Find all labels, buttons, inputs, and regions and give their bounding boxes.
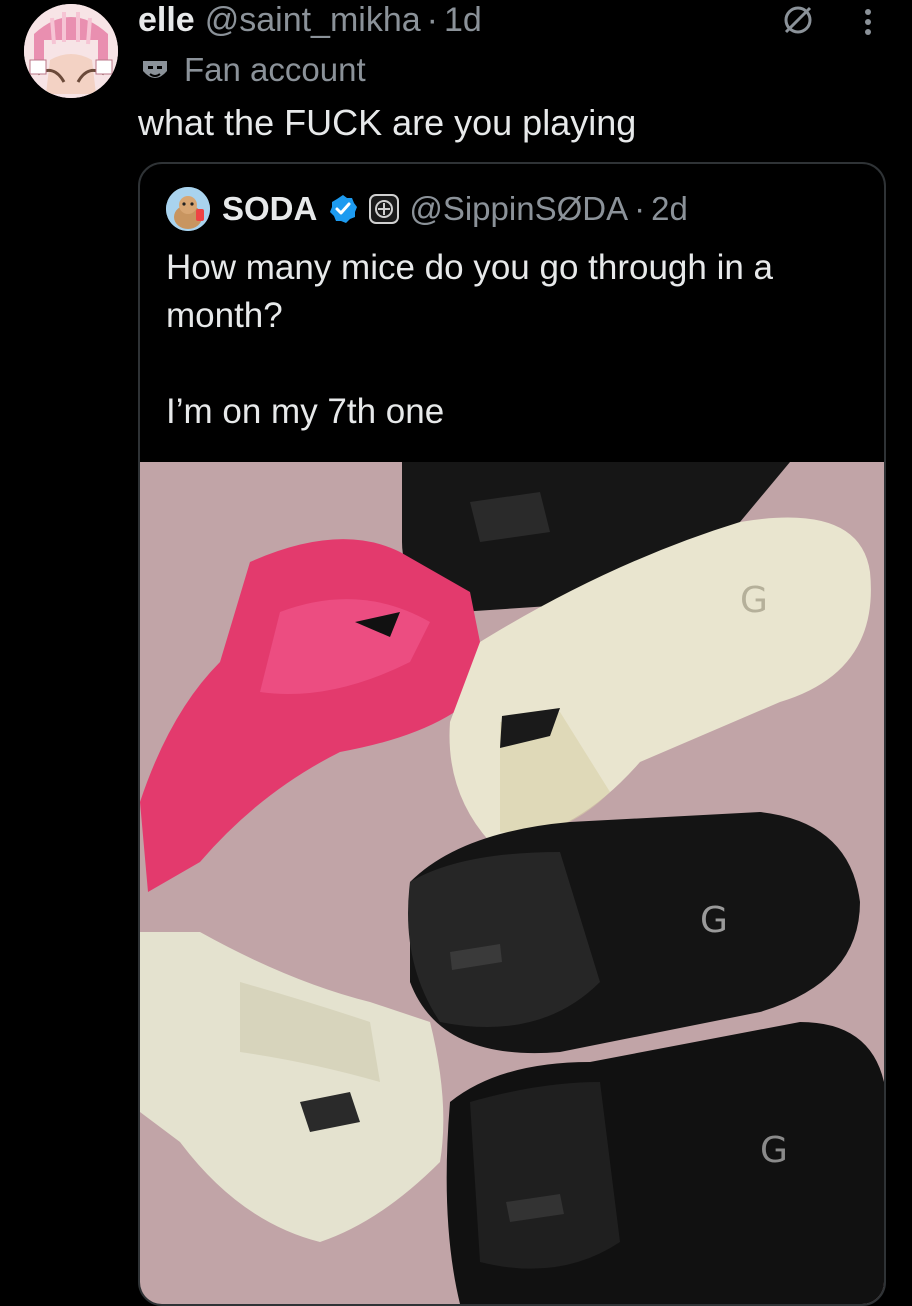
mask-icon (143, 61, 167, 78)
tweet-text: what the FUCK are you playing (138, 102, 637, 143)
avatar[interactable] (24, 4, 118, 98)
verified-badge-icon (330, 195, 358, 223)
quoted-tweet-text: How many mice do you go through in a mon… (166, 244, 866, 436)
svg-text:G: G (760, 1130, 788, 1171)
quoted-tweet-header: SODA @SippinSØDA · 2d (166, 186, 688, 232)
more-vertical-icon[interactable] (848, 2, 888, 42)
svg-text:G: G (700, 900, 728, 941)
attached-photo[interactable]: G G G (140, 462, 884, 1304)
quoted-text-line: I’m on my 7th one (166, 392, 445, 431)
quoted-timestamp[interactable]: 2d (651, 190, 688, 228)
tweet-header: elle @saint_mikha · 1d (138, 0, 482, 40)
separator-dot: · (426, 0, 438, 39)
quoted-handle[interactable]: @SippinSØDA (409, 190, 628, 228)
quoted-text-line: How many mice do you go through in a (166, 248, 773, 287)
handle[interactable]: @saint_mikha (205, 1, 421, 40)
quoted-avatar[interactable] (166, 187, 210, 231)
timestamp[interactable]: 1d (444, 1, 482, 40)
quoted-display-name[interactable]: SODA (222, 190, 317, 228)
quoted-text-line: month? (166, 296, 283, 335)
affiliate-badge-icon[interactable] (369, 194, 400, 224)
quoted-separator-dot: · (634, 190, 646, 227)
fan-account-label: Fan account (140, 50, 366, 90)
quoted-tweet[interactable]: SODA @SippinSØDA · 2d How many mice do y… (138, 162, 886, 1306)
muted-icon[interactable] (778, 0, 818, 40)
svg-text:G: G (740, 580, 768, 621)
badge-label: Fan account (184, 51, 366, 88)
display-name[interactable]: elle (138, 1, 195, 40)
